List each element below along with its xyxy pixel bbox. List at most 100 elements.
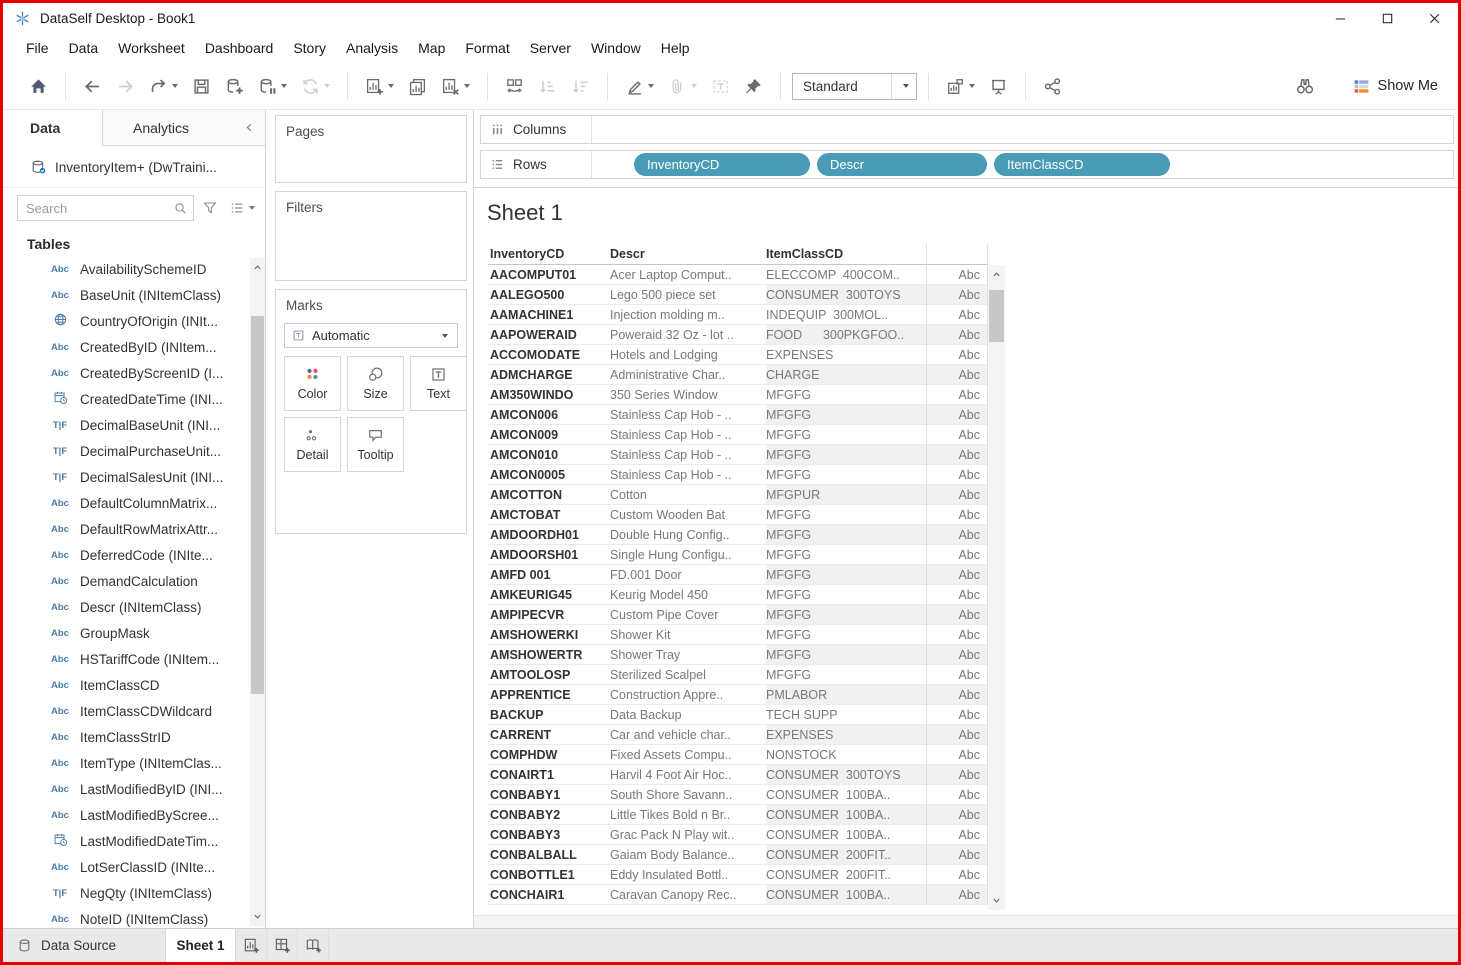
- text-button[interactable]: Text: [410, 356, 467, 411]
- filter-fields-button[interactable]: [199, 197, 221, 219]
- cell-itemclasscd[interactable]: CONSUMER 200FIT..: [766, 865, 926, 885]
- pin-button[interactable]: [738, 73, 769, 100]
- cell-itemclasscd[interactable]: CONSUMER 100BA..: [766, 805, 926, 825]
- cell-inventorycd[interactable]: AAPOWERAID: [488, 325, 610, 345]
- cell-inventorycd[interactable]: CONAIRT1: [488, 765, 610, 785]
- cell-inventorycd[interactable]: AMTOOLOSP: [488, 665, 610, 685]
- cell-inventorycd[interactable]: AMCOTTON: [488, 485, 610, 505]
- field-groupmask[interactable]: AbcGroupMask: [3, 620, 249, 646]
- cell-itemclasscd[interactable]: ELECCOMP 400COM..: [766, 265, 926, 285]
- cell-type[interactable]: Abc: [926, 465, 988, 485]
- cell-inventorycd[interactable]: ACCOMODATE: [488, 345, 610, 365]
- cell-type[interactable]: Abc: [926, 265, 988, 285]
- cell-type[interactable]: Abc: [926, 425, 988, 445]
- detail-button[interactable]: Detail: [284, 417, 341, 472]
- field-itemtype-initemclas[interactable]: AbcItemType (INItemClas...: [3, 750, 249, 776]
- cell-type[interactable]: Abc: [926, 445, 988, 465]
- collapse-pane-button[interactable]: [233, 110, 265, 145]
- cell-inventorycd[interactable]: CONBALBALL: [488, 845, 610, 865]
- attach-button[interactable]: [662, 73, 703, 100]
- sort-descending-button[interactable]: [565, 73, 596, 100]
- cell-itemclasscd[interactable]: CONSUMER 300TOYS: [766, 765, 926, 785]
- attach-caret[interactable]: [691, 84, 697, 88]
- new-story-tab-button[interactable]: [298, 929, 329, 962]
- field-createddatetime-ini[interactable]: CreatedDateTime (INI...: [3, 386, 249, 412]
- cell-inventorycd[interactable]: CONBABY3: [488, 825, 610, 845]
- cell-inventorycd[interactable]: AMKEURIG45: [488, 585, 610, 605]
- cell-type[interactable]: Abc: [926, 505, 988, 525]
- cell-itemclasscd[interactable]: MFGFG: [766, 645, 926, 665]
- cell-type[interactable]: Abc: [926, 345, 988, 365]
- field-baseunit-initemclass[interactable]: AbcBaseUnit (INItemClass): [3, 282, 249, 308]
- cell-itemclasscd[interactable]: INDEQUIP 300MOL..: [766, 305, 926, 325]
- cell-itemclasscd[interactable]: MFGPUR: [766, 485, 926, 505]
- menu-window[interactable]: Window: [581, 35, 651, 61]
- cell-descr[interactable]: Stainless Cap Hob - ..: [610, 445, 766, 465]
- field-lastmodifiedbyid-ini[interactable]: AbcLastModifiedByID (INI...: [3, 776, 249, 802]
- cell-type[interactable]: Abc: [926, 545, 988, 565]
- cell-itemclasscd[interactable]: EXPENSES: [766, 725, 926, 745]
- cell-inventorycd[interactable]: AAMACHINE1: [488, 305, 610, 325]
- field-itemclassstrid[interactable]: AbcItemClassStrID: [3, 724, 249, 750]
- field-lotserclassid-inite[interactable]: AbcLotSerClassID (INIte...: [3, 854, 249, 880]
- sidebar-scrollbar[interactable]: [250, 258, 265, 926]
- cell-descr[interactable]: Injection molding m..: [610, 305, 766, 325]
- cell-itemclasscd[interactable]: CONSUMER 300TOYS: [766, 285, 926, 305]
- sort-ascending-button[interactable]: [532, 73, 563, 100]
- cell-type[interactable]: Abc: [926, 285, 988, 305]
- pause-updates-button[interactable]: [252, 73, 293, 100]
- refresh-caret[interactable]: [324, 84, 330, 88]
- view-options-button[interactable]: [226, 197, 258, 219]
- highlight-button[interactable]: [619, 73, 660, 100]
- new-worksheet-caret[interactable]: [388, 84, 394, 88]
- redo-button[interactable]: [143, 73, 184, 100]
- cell-inventorycd[interactable]: AMCON0005: [488, 465, 610, 485]
- filters-shelf[interactable]: Filters: [275, 191, 467, 281]
- scroll-up-icon[interactable]: [250, 258, 265, 277]
- show-me-button[interactable]: Show Me: [1353, 78, 1438, 95]
- size-button[interactable]: Size: [347, 356, 404, 411]
- cell-descr[interactable]: Custom Wooden Bat: [610, 505, 766, 525]
- cell-type[interactable]: Abc: [926, 865, 988, 885]
- cell-descr[interactable]: Gaiam Body Balance..: [610, 845, 766, 865]
- field-noteid-initemclass[interactable]: AbcNoteID (INItemClass): [3, 906, 249, 928]
- cell-inventorycd[interactable]: BACKUP: [488, 705, 610, 725]
- cell-itemclasscd[interactable]: MFGFG: [766, 445, 926, 465]
- menu-format[interactable]: Format: [455, 35, 519, 61]
- share-button[interactable]: [1037, 73, 1068, 100]
- column-header-itemclasscd[interactable]: ItemClassCD: [766, 244, 926, 265]
- cell-itemclasscd[interactable]: CONSUMER 200FIT..: [766, 845, 926, 865]
- cell-inventorycd[interactable]: ADMCHARGE: [488, 365, 610, 385]
- menu-story[interactable]: Story: [283, 35, 336, 61]
- pill-descr[interactable]: Descr: [817, 153, 987, 176]
- cell-descr[interactable]: Cotton: [610, 485, 766, 505]
- field-itemclasscdwildcard[interactable]: AbcItemClassCDWildcard: [3, 698, 249, 724]
- cell-itemclasscd[interactable]: MFGFG: [766, 465, 926, 485]
- cell-descr[interactable]: Poweraid 32 Oz - lot ..: [610, 325, 766, 345]
- minimize-button[interactable]: [1317, 3, 1364, 33]
- cell-itemclasscd[interactable]: TECH SUPP: [766, 705, 926, 725]
- cell-descr[interactable]: Shower Kit: [610, 625, 766, 645]
- field-createdbyid-initem[interactable]: AbcCreatedByID (INItem...: [3, 334, 249, 360]
- cell-itemclasscd[interactable]: CONSUMER 100BA..: [766, 825, 926, 845]
- new-worksheet-button[interactable]: [359, 73, 400, 100]
- field-hstariffcode-initem[interactable]: AbcHSTariffCode (INItem...: [3, 646, 249, 672]
- cell-itemclasscd[interactable]: MFGFG: [766, 585, 926, 605]
- field-decimalpurchaseunit[interactable]: T|FDecimalPurchaseUnit...: [3, 438, 249, 464]
- datasource-item[interactable]: InventoryItem+ (DwTraini...: [3, 146, 265, 188]
- cell-type[interactable]: Abc: [926, 565, 988, 585]
- cell-inventorycd[interactable]: AMFD 001: [488, 565, 610, 585]
- cell-inventorycd[interactable]: AALEGO500: [488, 285, 610, 305]
- field-countryoforigin-init[interactable]: CountryOfOrigin (INIt...: [3, 308, 249, 334]
- cell-itemclasscd[interactable]: MFGFG: [766, 505, 926, 525]
- table-scrollbar[interactable]: [988, 265, 1005, 910]
- cell-inventorycd[interactable]: AMCON009: [488, 425, 610, 445]
- pill-itemclasscd[interactable]: ItemClassCD: [994, 153, 1170, 176]
- cell-descr[interactable]: 350 Series Window: [610, 385, 766, 405]
- pages-shelf[interactable]: Pages: [275, 115, 467, 183]
- rows-shelf[interactable]: Rows InventoryCDDescrItemClassCD: [480, 150, 1454, 179]
- clear-sheet-button[interactable]: [435, 73, 476, 100]
- field-lastmodifiedbyscree[interactable]: AbcLastModifiedByScree...: [3, 802, 249, 828]
- cell-inventorycd[interactable]: CONBABY2: [488, 805, 610, 825]
- field-descr-initemclass[interactable]: AbcDescr (INItemClass): [3, 594, 249, 620]
